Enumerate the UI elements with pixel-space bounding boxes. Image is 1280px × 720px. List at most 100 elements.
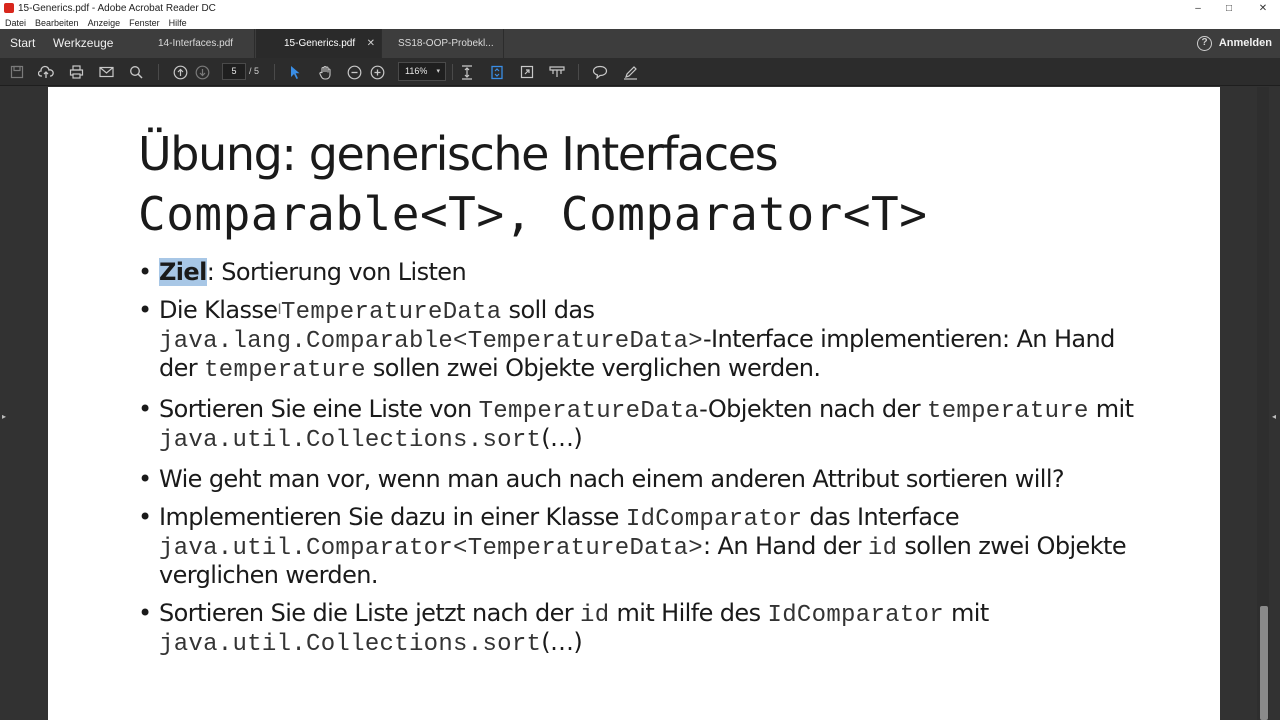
left-pane [0, 87, 48, 720]
bullet-dot: • [138, 503, 152, 531]
bullet-text: Implementieren Sie dazu in einer Klasse [159, 503, 626, 531]
nav-tools[interactable]: Werkzeuge [53, 29, 113, 58]
fit-page-icon[interactable] [458, 63, 476, 81]
bullet-item: • Sortieren Sie eine Liste von Temperatu… [138, 396, 1138, 454]
tab-bar: Start Werkzeuge 14-Interfaces.pdf 15-Gen… [0, 29, 1280, 58]
selected-text[interactable]: Ziel [159, 258, 207, 286]
tab-ss18-oop[interactable]: SS18-OOP-Probekl... [388, 29, 504, 58]
search-icon[interactable] [127, 63, 145, 81]
bullet-dot: • [138, 599, 152, 627]
toolbar-separator [158, 64, 159, 80]
close-window-button[interactable]: ✕ [1246, 0, 1280, 16]
code-text: id [867, 535, 898, 562]
tab-15-generics[interactable]: 15-Generics.pdf ✕ [256, 29, 382, 58]
page-total: / 5 [249, 66, 260, 76]
minimize-button[interactable]: – [1181, 0, 1215, 16]
previous-page-icon[interactable] [171, 63, 189, 81]
fullscreen-icon[interactable] [518, 63, 536, 81]
bullet-dot: • [138, 296, 152, 324]
toolbar-separator [578, 64, 579, 80]
comment-icon[interactable] [591, 63, 609, 81]
menu-fenster[interactable]: Fenster [129, 18, 160, 28]
bullet-item: • Ziel: Sortierung von Listen [138, 258, 1138, 286]
bullet-text: das Interface [802, 503, 960, 531]
help-icon[interactable]: ? [1197, 36, 1212, 51]
left-panel-toggle-icon[interactable]: ▸ [2, 412, 8, 424]
nav-start[interactable]: Start [10, 29, 35, 58]
email-icon[interactable] [97, 63, 115, 81]
pdf-page: Übung: generische Interfaces Comparable<… [48, 87, 1220, 720]
bullet-text: -Objekten nach der [699, 395, 927, 423]
bullet-text: : Sortierung von Listen [206, 258, 467, 286]
bullet-text: Sortieren Sie die Liste jetzt nach der [159, 599, 581, 627]
tab-label: 15-Generics.pdf [284, 38, 356, 49]
signin-button[interactable]: Anmelden [1219, 29, 1272, 58]
acrobat-app-icon [4, 3, 14, 13]
scroll-mode-icon[interactable] [488, 63, 506, 81]
code-text: temperature [927, 398, 1089, 425]
code-text: java.util.Collections.sort [159, 427, 542, 454]
window-title: 15-Generics.pdf - Adobe Acrobat Reader D… [18, 2, 216, 14]
zoom-value: 116% [405, 66, 428, 76]
code-text: TemperatureData [478, 398, 700, 425]
bullet-text: sollen zwei Objekte verglichen werden. [365, 354, 821, 382]
tab-label: 14-Interfaces.pdf [158, 38, 234, 49]
bullet-text: : An Hand der [703, 532, 868, 560]
chevron-down-icon: ▾ [436, 68, 440, 75]
select-cursor-icon[interactable] [286, 63, 304, 81]
code-text: IdComparator [767, 602, 944, 629]
bullet-text: soll das [501, 296, 595, 324]
next-page-icon[interactable] [193, 63, 211, 81]
code-text: TemperatureData [280, 299, 502, 326]
scrollbar-thumb[interactable] [1260, 606, 1268, 720]
code-text: IdComparator [625, 506, 803, 533]
zoom-in-icon[interactable] [368, 63, 386, 81]
bullet-text: (…) [541, 628, 583, 656]
menu-anzeige[interactable]: Anzeige [88, 18, 121, 28]
zoom-level-select[interactable]: 116% ▾ [398, 62, 446, 81]
bullet-text: Sortieren Sie eine Liste von [159, 395, 479, 423]
bullet-text: mit Hilfe des [609, 599, 768, 627]
cloud-upload-icon[interactable] [37, 63, 55, 81]
save-icon[interactable] [8, 63, 26, 81]
bullet-item: • Die KlasseITemperatureData soll das ja… [138, 297, 1138, 384]
page-number-input[interactable]: 5 [222, 63, 246, 80]
zoom-out-icon[interactable] [345, 63, 363, 81]
bullet-item: • Wie geht man vor, wenn man auch nach e… [138, 466, 1138, 492]
tab-14-interfaces[interactable]: 14-Interfaces.pdf [148, 29, 255, 58]
print-icon[interactable] [67, 63, 85, 81]
bullet-dot: • [138, 465, 152, 493]
bullet-text: mit [943, 599, 989, 627]
bullet-dot: • [138, 395, 152, 423]
bullet-dot: • [138, 258, 152, 286]
slide-subtitle: Comparable<T>, Comparator<T> [138, 187, 928, 241]
slide-title: Übung: generische Interfaces [138, 127, 779, 181]
menu-datei[interactable]: Datei [5, 18, 26, 28]
close-tab-icon[interactable]: ✕ [367, 29, 375, 58]
code-text: temperature [204, 357, 366, 384]
bullet-text: Die Klasse [159, 296, 278, 324]
right-panel-toggle-icon[interactable]: ◂ [1272, 412, 1278, 424]
menu-hilfe[interactable]: Hilfe [169, 18, 187, 28]
toolbar-separator [274, 64, 275, 80]
menu-bearbeiten[interactable]: Bearbeiten [35, 18, 79, 28]
read-mode-icon[interactable] [548, 63, 566, 81]
code-text: java.util.Comparator<TemperatureData> [159, 535, 703, 562]
window-titlebar: 15-Generics.pdf - Adobe Acrobat Reader D… [0, 0, 1280, 16]
bullet-list: • Ziel: Sortierung von Listen • Die Klas… [138, 258, 1138, 670]
tab-label: SS18-OOP-Probekl... [398, 38, 494, 49]
toolbar: 5 / 5 116% ▾ [0, 58, 1280, 86]
draw-pen-icon[interactable] [621, 63, 639, 81]
bullet-item: • Sortieren Sie die Liste jetzt nach der… [138, 600, 1138, 658]
menu-bar: Datei Bearbeiten Anzeige Fenster Hilfe [0, 16, 1280, 29]
right-pane [1220, 87, 1280, 720]
toolbar-separator [452, 64, 453, 80]
bullet-text: Wie geht man vor, wenn man auch nach ein… [159, 465, 1065, 493]
code-text: id [580, 602, 610, 629]
hand-tool-icon[interactable] [316, 63, 334, 81]
code-text: java.lang.Comparable<TemperatureData> [159, 328, 703, 355]
bullet-text: (…) [541, 424, 583, 452]
maximize-button[interactable]: □ [1212, 0, 1246, 16]
code-text: java.util.Collections.sort [159, 631, 542, 658]
bullet-item: • Implementieren Sie dazu in einer Klass… [138, 504, 1138, 588]
